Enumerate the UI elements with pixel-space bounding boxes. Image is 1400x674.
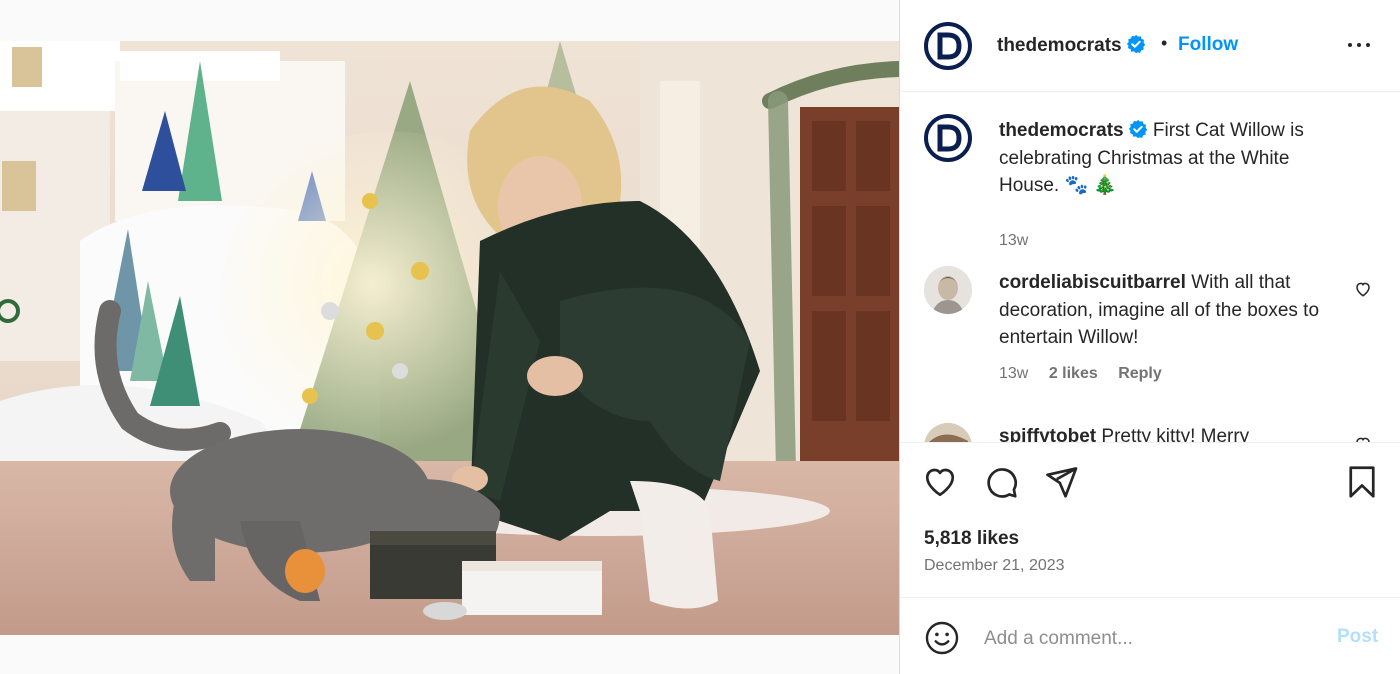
comment-item: cordeliabiscuitbarrel With all that deco…: [900, 266, 1400, 386]
comment-text-block: cordeliabiscuitbarrel With all that deco…: [999, 269, 1349, 352]
commenter-portrait-icon: [924, 266, 972, 314]
comment-username[interactable]: cordeliabiscuitbarrel: [999, 272, 1186, 293]
comments-list[interactable]: thedemocrats First Cat Willow is celebra…: [900, 92, 1400, 442]
caption-username[interactable]: thedemocrats: [999, 119, 1148, 141]
comment-username[interactable]: spiffytobet: [999, 426, 1096, 442]
verified-badge-icon: [1126, 34, 1145, 54]
post-media: [0, 0, 900, 674]
header-username[interactable]: thedemocrats: [997, 34, 1146, 57]
verified-badge-icon: [1128, 119, 1147, 139]
post-date[interactable]: December 21, 2023: [924, 557, 1065, 575]
caption-avatar[interactable]: [924, 114, 972, 162]
post-comment-button[interactable]: Post: [1337, 626, 1378, 648]
post-header: thedemocrats • Follow: [900, 0, 1400, 92]
caption-time[interactable]: 13w: [999, 232, 1028, 249]
likes-count[interactable]: 5,818 likes: [924, 528, 1019, 550]
commenter-avatar[interactable]: [924, 423, 972, 442]
comment-like-icon[interactable]: [1354, 435, 1372, 442]
comment-text-block: spiffytobet Pretty kitty! Merry: [999, 423, 1349, 442]
comment-time[interactable]: 13w: [999, 365, 1028, 382]
comment-likes[interactable]: 2 likes: [1049, 365, 1098, 382]
more-options-icon[interactable]: [1348, 33, 1372, 57]
democrats-logo-icon: [924, 22, 972, 70]
comment-like-icon[interactable]: [1354, 280, 1372, 298]
share-icon[interactable]: [1043, 464, 1079, 500]
comment-icon[interactable]: [983, 464, 1019, 500]
caption-text-block: thedemocrats First Cat Willow is celebra…: [999, 117, 1349, 200]
caption-meta: 13w: [999, 232, 1044, 250]
emoji-icon[interactable]: [924, 620, 960, 656]
commenter-avatar[interactable]: [924, 266, 972, 314]
profile-avatar[interactable]: [924, 22, 972, 70]
comment-input[interactable]: [984, 624, 1324, 654]
post-image: [0, 41, 899, 635]
post-caption: thedemocrats First Cat Willow is celebra…: [900, 114, 1400, 249]
reply-button[interactable]: Reply: [1118, 365, 1162, 382]
post-sidebar: thedemocrats • Follow thedemocrats First…: [900, 0, 1400, 674]
comment-text: Pretty kitty! Merry: [1101, 426, 1250, 442]
header-separator: •: [1161, 33, 1168, 53]
heart-icon[interactable]: [922, 464, 958, 500]
post-photo[interactable]: [0, 41, 899, 635]
democrats-logo-icon: [924, 114, 972, 162]
add-comment-bar: Post: [900, 597, 1400, 674]
post-actions: 5,818 likes December 21, 2023: [900, 442, 1400, 597]
comment-meta: 13w 2 likes Reply: [999, 365, 1178, 383]
bookmark-icon[interactable]: [1344, 464, 1380, 500]
commenter-photo-icon: [924, 423, 972, 442]
comment-item: spiffytobet Pretty kitty! Merry: [900, 423, 1400, 442]
follow-button[interactable]: Follow: [1178, 34, 1238, 56]
